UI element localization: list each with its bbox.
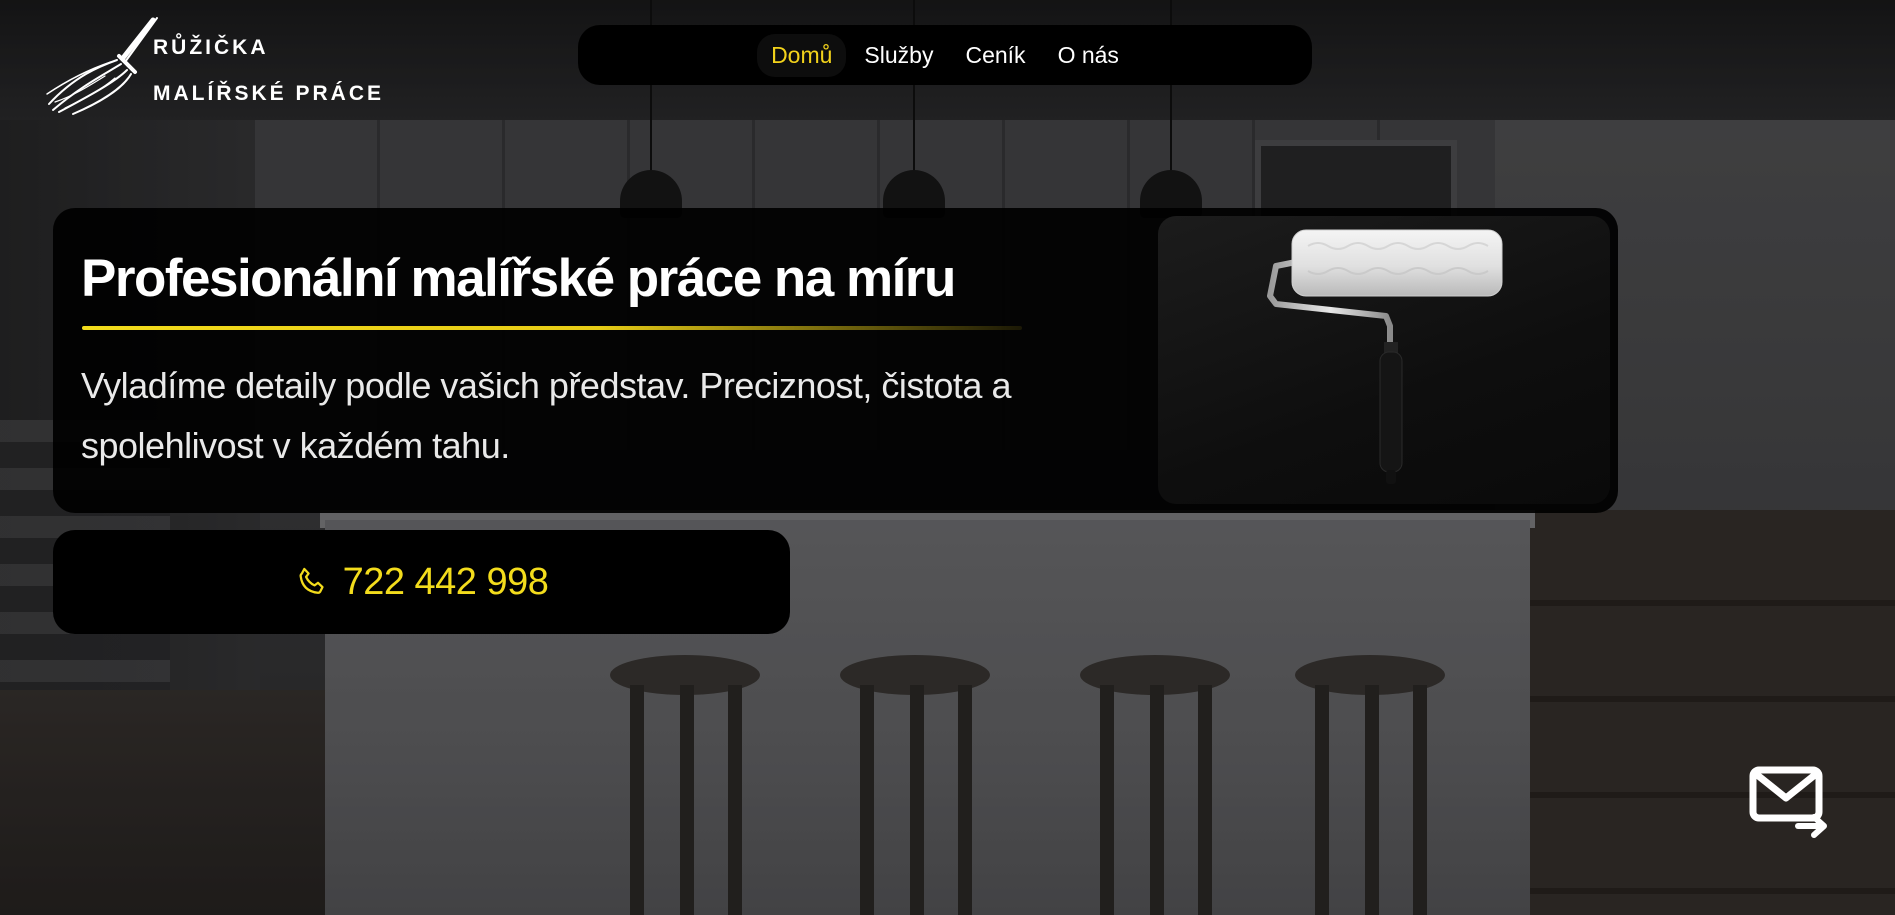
phone-icon: [299, 567, 324, 594]
main-nav: Domů Služby Ceník O nás: [578, 25, 1312, 85]
nav-item-domu[interactable]: Domů: [757, 33, 847, 77]
brand-logo[interactable]: RŮŽIČKA MALÍŘSKÉ PRÁCE: [45, 16, 405, 116]
nav-item-cenik[interactable]: Ceník: [951, 34, 1039, 77]
hero-title: Profesionální malířské práce na míru: [81, 249, 956, 308]
paint-brush-icon: [46, 17, 158, 115]
hero-card: Profesionální malířské práce na míru Vyl…: [53, 208, 1618, 513]
brand-tagline: MALÍŘSKÉ PRÁCE: [153, 82, 385, 105]
paint-roller-image: [1158, 216, 1610, 504]
mail-send-icon: [1749, 766, 1827, 838]
phone-call-button[interactable]: 722 442 998: [53, 530, 790, 634]
hero-description: Vyladíme detaily podle vašich představ. …: [81, 365, 1011, 466]
brand-name: RŮŽIČKA: [153, 36, 269, 59]
nav-item-sluzby[interactable]: Služby: [850, 34, 947, 77]
title-underline: [82, 326, 1022, 330]
mail-send-button[interactable]: [1748, 764, 1830, 840]
phone-number: 722 442 998: [342, 560, 549, 603]
nav-item-o-nas[interactable]: O nás: [1044, 34, 1133, 77]
